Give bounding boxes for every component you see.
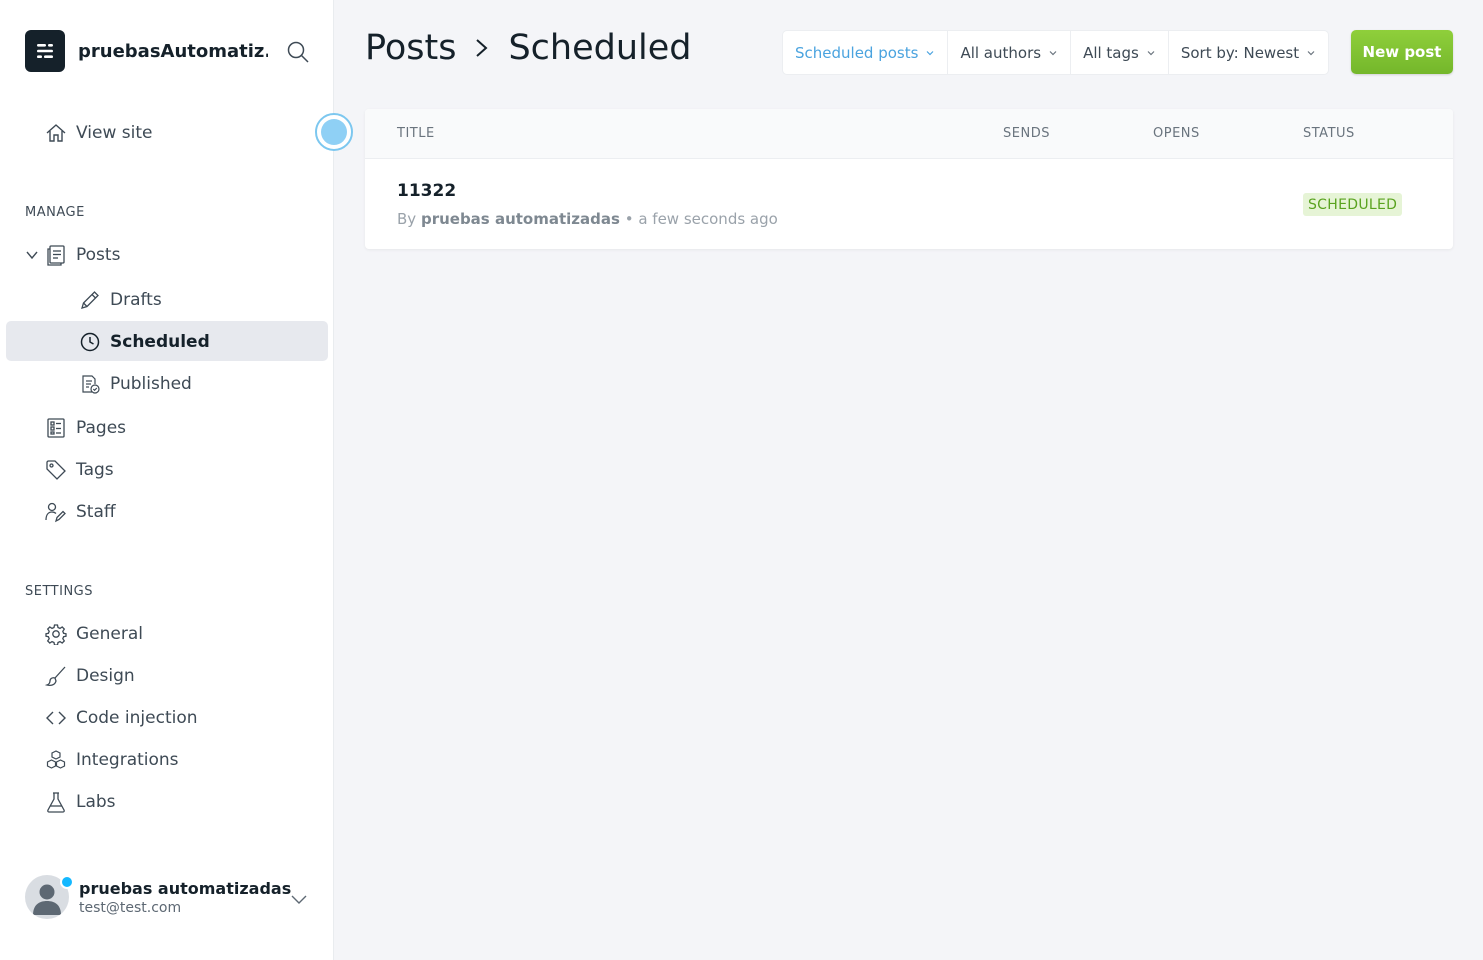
nav-label: View site <box>76 123 153 143</box>
sidebar-collapse-handle[interactable] <box>315 113 353 151</box>
gear-icon <box>44 622 68 646</box>
column-header-opens: OPENS <box>1153 126 1200 141</box>
nav-design[interactable]: Design <box>44 661 135 691</box>
breadcrumb-posts-link[interactable]: Posts <box>365 28 456 68</box>
type-filter-dropdown[interactable]: Scheduled posts <box>783 31 949 74</box>
pages-icon <box>44 416 68 440</box>
filter-label: Sort by: Newest <box>1180 43 1300 62</box>
nav-integrations[interactable]: Integrations <box>44 745 179 775</box>
post-meta: By pruebas automatizadas • a few seconds… <box>397 210 778 228</box>
nav-label: Pages <box>76 418 127 438</box>
nav-label: Integrations <box>76 750 179 770</box>
nav-posts[interactable]: Posts <box>44 240 120 270</box>
sort-dropdown[interactable]: Sort by: Newest <box>1169 31 1328 74</box>
sidebar: pruebasAutomatiz... View site MANAGE Pos… <box>0 0 353 960</box>
chevron-down-icon <box>1049 50 1057 55</box>
table-header: TITLE SENDS OPENS STATUS <box>365 109 1453 159</box>
manage-section-label: MANAGE <box>25 205 85 220</box>
breadcrumb: Posts Scheduled <box>365 28 692 68</box>
filter-bar: Scheduled posts All authors All tags Sor… <box>783 31 1329 74</box>
nav-scheduled[interactable]: Scheduled <box>78 327 210 357</box>
settings-section-label: SETTINGS <box>25 584 94 599</box>
chevron-down-icon <box>927 50 934 55</box>
column-header-sends: SENDS <box>1003 126 1050 141</box>
table-row[interactable]: 11322 By pruebas automatizadas • a few s… <box>365 159 1453 249</box>
nav-label: Published <box>110 374 192 394</box>
page-title: Scheduled <box>508 28 692 68</box>
search-icon[interactable] <box>286 40 310 64</box>
nav-general[interactable]: General <box>44 619 143 649</box>
staff-icon <box>44 500 68 524</box>
site-name: pruebasAutomatiz... <box>78 40 268 62</box>
post-time: • a few seconds ago <box>624 210 778 228</box>
clock-icon <box>78 330 102 354</box>
brush-icon <box>44 664 68 688</box>
chevron-down-icon[interactable] <box>290 890 308 908</box>
flask-icon <box>44 790 68 814</box>
nav-label: Tags <box>76 460 114 480</box>
nav-label: Drafts <box>110 290 162 310</box>
nav-drafts[interactable]: Drafts <box>78 285 162 315</box>
nav-published[interactable]: Published <box>78 369 192 399</box>
document-icon <box>44 243 68 267</box>
nav-pages[interactable]: Pages <box>44 413 126 443</box>
status-badge: SCHEDULED <box>1303 193 1403 216</box>
filter-label: All authors <box>960 43 1042 62</box>
nav-label: Labs <box>76 792 116 812</box>
notification-dot <box>60 875 74 889</box>
user-menu[interactable]: pruebas automatizadas test@test.com <box>25 875 291 919</box>
ghost-logo-icon <box>25 30 65 72</box>
home-icon <box>44 121 68 145</box>
filter-label: Scheduled posts <box>795 43 919 62</box>
chevron-down-icon <box>1147 50 1155 55</box>
posts-table: TITLE SENDS OPENS STATUS 11322 By prueba… <box>365 109 1453 249</box>
nav-label: Design <box>76 666 135 686</box>
published-document-icon <box>78 372 102 396</box>
filter-label: All tags <box>1083 43 1139 62</box>
user-name: pruebas automatizadas <box>79 878 292 898</box>
nav-tags[interactable]: Tags <box>44 455 114 485</box>
new-post-button[interactable]: New post <box>1351 30 1453 74</box>
nav-code-injection[interactable]: Code injection <box>44 703 198 733</box>
user-email: test@test.com <box>79 899 182 916</box>
site-brand[interactable]: pruebasAutomatiz... <box>25 30 268 72</box>
chevron-right-icon <box>474 37 490 59</box>
nav-label: Scheduled <box>110 332 210 352</box>
column-header-title: TITLE <box>397 126 435 141</box>
post-author: pruebas automatizadas <box>420 210 620 228</box>
chevron-down-icon[interactable] <box>25 247 39 261</box>
nav-labs[interactable]: Labs <box>44 787 116 817</box>
nav-staff[interactable]: Staff <box>44 497 116 527</box>
nav-label: Code injection <box>76 708 198 728</box>
post-title: 11322 <box>397 181 457 201</box>
nav-label: General <box>76 624 143 644</box>
tag-filter-dropdown[interactable]: All tags <box>1071 31 1169 74</box>
nav-label: Staff <box>76 502 116 522</box>
code-icon <box>44 706 68 730</box>
post-by-label: By <box>397 210 417 228</box>
tag-icon <box>44 458 68 482</box>
pencil-icon <box>78 288 102 312</box>
cubes-icon <box>44 748 68 772</box>
column-header-status: STATUS <box>1303 126 1355 141</box>
author-filter-dropdown[interactable]: All authors <box>948 31 1072 74</box>
avatar <box>25 875 74 919</box>
nav-label: Posts <box>76 245 121 265</box>
chevron-down-icon <box>1307 50 1315 55</box>
nav-view-site[interactable]: View site <box>44 118 152 148</box>
